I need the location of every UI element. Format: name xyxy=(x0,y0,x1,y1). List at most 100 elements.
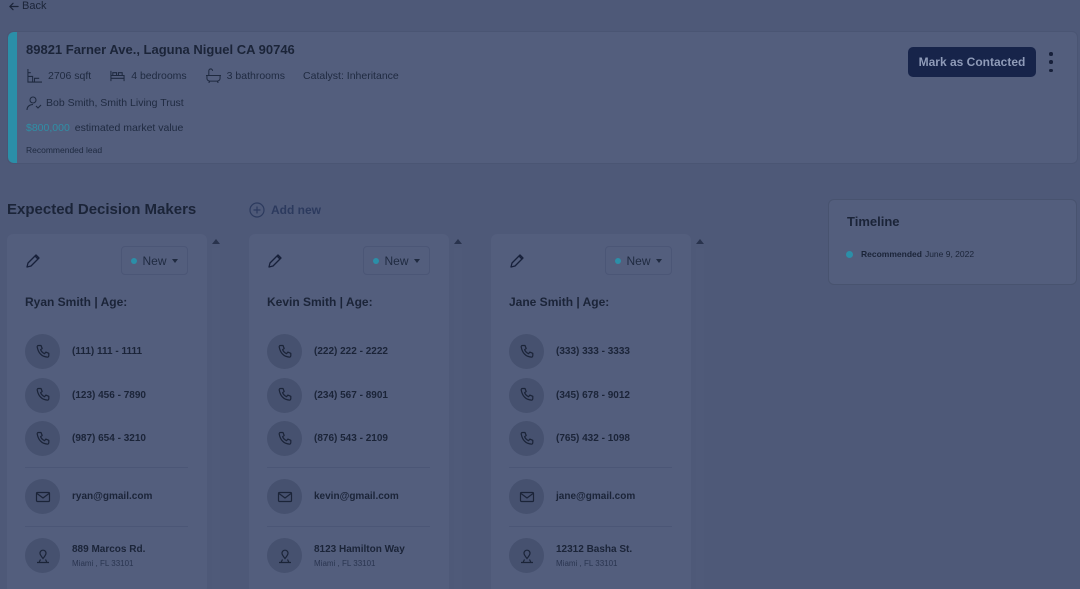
phone-row[interactable]: (333) 333 - 3333 xyxy=(509,334,630,369)
phone-row[interactable]: (222) 222 - 2222 xyxy=(267,334,388,369)
email-row[interactable]: kevin@gmail.com xyxy=(267,479,399,514)
scrollbar-track[interactable] xyxy=(454,248,462,589)
phone-number: (222) 222 - 2222 xyxy=(314,346,388,357)
phone-row[interactable]: (234) 567 - 8901 xyxy=(267,377,388,413)
back-label: Back xyxy=(22,0,47,12)
email-row[interactable]: ryan@gmail.com xyxy=(25,479,152,514)
address-row[interactable]: 889 Marcos Rd. Miami , FL 33101 xyxy=(25,538,145,573)
envelope-icon xyxy=(519,491,534,502)
street-address: 8123 Hamilton Way xyxy=(314,543,405,555)
divider xyxy=(509,467,672,468)
status-label: New xyxy=(384,253,409,268)
scrollbar-track[interactable] xyxy=(696,248,704,589)
spec-bedrooms-label: 4 bedrooms xyxy=(131,69,187,82)
location-pin-icon xyxy=(520,549,533,563)
phone-number: (987) 654 - 3210 xyxy=(72,433,146,444)
decision-maker-name: Ryan Smith | Age: xyxy=(25,295,128,309)
bathtub-icon xyxy=(205,68,221,83)
phone-number: (111) 111 - 1111 xyxy=(72,346,143,357)
spec-bathrooms: 3 bathrooms xyxy=(205,68,285,83)
phone-icon xyxy=(520,344,533,358)
pencil-icon[interactable] xyxy=(25,253,41,269)
phone-icon xyxy=(278,387,291,401)
city-state-zip: Miami , FL 33101 xyxy=(72,558,134,568)
arrow-left-icon xyxy=(9,2,19,10)
status-dropdown[interactable]: New xyxy=(605,246,672,275)
chevron-down-icon xyxy=(655,258,662,263)
phone-button[interactable] xyxy=(509,421,544,456)
street-address: 12312 Basha St. xyxy=(556,543,633,555)
phone-button[interactable] xyxy=(509,377,544,413)
phone-number: (333) 333 - 3333 xyxy=(556,346,630,357)
address-row[interactable]: 12312 Basha St. Miami , FL 33101 xyxy=(509,538,632,573)
phone-button[interactable] xyxy=(25,421,60,456)
envelope-icon xyxy=(35,491,50,502)
pencil-icon[interactable] xyxy=(509,253,525,269)
phone-number: (876) 543 - 2109 xyxy=(314,433,388,444)
scrollbar-track[interactable] xyxy=(212,248,220,589)
phone-button[interactable] xyxy=(267,421,302,456)
phone-icon xyxy=(520,387,533,401)
bed-icon xyxy=(110,70,125,82)
scroll-up-arrow[interactable] xyxy=(454,239,462,244)
property-specs: 2706 sqft 4 bedrooms 3 bathrooms Catalys… xyxy=(26,68,417,83)
phone-icon xyxy=(520,431,533,445)
decision-maker-name: Jane Smith | Age: xyxy=(509,295,610,309)
phone-row[interactable]: (123) 456 - 7890 xyxy=(25,377,146,413)
property-owners: Bob Smith, Smith Living Trust xyxy=(26,95,184,111)
phone-row[interactable]: (876) 543 - 2109 xyxy=(267,421,388,456)
pencil-icon[interactable] xyxy=(267,253,283,269)
email-button[interactable] xyxy=(267,479,302,514)
person-icon xyxy=(26,96,42,111)
kebab-menu-icon[interactable] xyxy=(1044,52,1058,72)
decision-maker-card: New Ryan Smith | Age: (111) 111 - 1111 (123… xyxy=(7,234,207,589)
status-dropdown[interactable]: New xyxy=(363,246,430,275)
scroll-up-arrow[interactable] xyxy=(696,239,704,244)
back-link[interactable]: Back xyxy=(8,0,46,12)
email-row[interactable]: jane@gmail.com xyxy=(509,479,635,514)
property-address: 89821 Farner Ave., Laguna Niguel CA 9074… xyxy=(26,42,295,57)
scroll-up-arrow[interactable] xyxy=(212,239,220,244)
phone-button[interactable] xyxy=(25,377,60,413)
decision-maker-card: New Jane Smith | Age: (333) 333 - 3333 (345… xyxy=(491,234,691,589)
timeline-dot xyxy=(846,250,853,258)
spec-sqft: 2706 sqft xyxy=(26,68,91,83)
timeline-entry: Recommended June 9, 2022 xyxy=(846,249,974,259)
address-block: 12312 Basha St. Miami , FL 33101 xyxy=(556,544,632,568)
phone-row[interactable]: (987) 654 - 3210 xyxy=(25,421,146,456)
email-button[interactable] xyxy=(509,479,544,514)
mark-as-contacted-button[interactable]: Mark as Contacted xyxy=(908,47,1036,77)
phone-number: (123) 456 - 7890 xyxy=(72,389,146,401)
timeline-entry-label: Recommended xyxy=(861,249,922,259)
phone-row[interactable]: (111) 111 - 1111 xyxy=(25,334,142,369)
add-new-label: Add new xyxy=(271,203,321,217)
plus-circle-icon xyxy=(249,202,265,218)
timeline-entry-date: June 9, 2022 xyxy=(924,249,975,259)
phone-number: (765) 432 - 1098 xyxy=(556,433,630,444)
phone-row[interactable]: (765) 432 - 1098 xyxy=(509,421,630,456)
property-card: 89821 Farner Ave., Laguna Niguel CA 9074… xyxy=(7,31,1078,164)
chevron-down-icon xyxy=(171,258,178,263)
phone-icon xyxy=(278,431,291,445)
add-new-button[interactable]: Add new xyxy=(249,202,321,218)
phone-button[interactable] xyxy=(267,334,302,369)
address-button[interactable] xyxy=(267,538,302,573)
decision-makers-title: Expected Decision Makers xyxy=(7,201,197,218)
address-button[interactable] xyxy=(25,538,60,573)
email-button[interactable] xyxy=(25,479,60,514)
phone-button[interactable] xyxy=(509,334,544,369)
phone-button[interactable] xyxy=(267,377,302,413)
price-value: $800,000 xyxy=(26,122,70,134)
owners-label: Bob Smith, Smith Living Trust xyxy=(46,97,184,109)
phone-row[interactable]: (345) 678 - 9012 xyxy=(509,377,630,413)
location-pin-icon xyxy=(278,549,291,563)
status-dropdown[interactable]: New xyxy=(121,246,188,275)
floorplan-icon xyxy=(27,68,42,83)
phone-number: (234) 567 - 8901 xyxy=(314,389,388,401)
lead-tag: Recommended lead xyxy=(26,145,103,155)
phone-button[interactable] xyxy=(25,334,60,369)
address-button[interactable] xyxy=(509,538,544,573)
address-block: 889 Marcos Rd. Miami , FL 33101 xyxy=(72,544,145,568)
address-row[interactable]: 8123 Hamilton Way Miami , FL 33101 xyxy=(267,538,405,573)
spec-catalyst-label: Catalyst: Inheritance xyxy=(303,69,399,82)
